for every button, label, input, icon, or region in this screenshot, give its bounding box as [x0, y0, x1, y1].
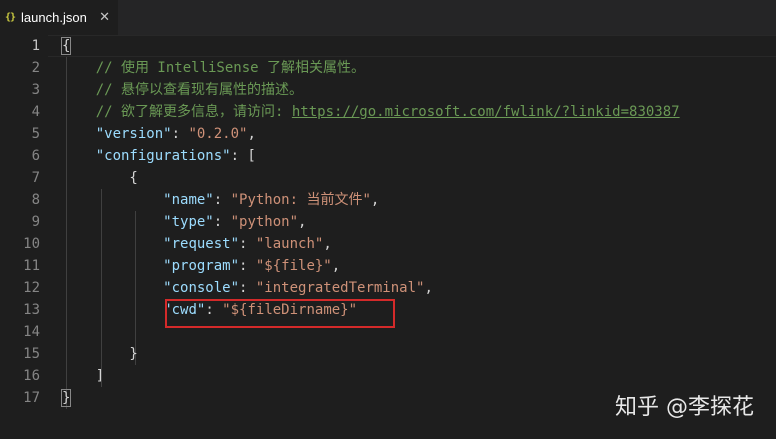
code-token: :	[213, 192, 231, 208]
comment-token: // 使用 IntelliSense 了解相关属性。	[95, 60, 366, 76]
line-number: 3	[31, 82, 40, 98]
code-token: {	[62, 170, 138, 186]
code-token: :	[239, 236, 256, 252]
comment-token: // 悬停以查看现有属性的描述。	[95, 82, 304, 98]
code-token: :	[213, 214, 231, 230]
code-token: ,	[370, 192, 380, 208]
code-token: ]	[62, 368, 105, 384]
json-string-value: "launch"	[255, 236, 324, 252]
tab-label: launch.json	[21, 10, 87, 25]
code-line[interactable]: "type": "python",	[62, 211, 762, 233]
line-number: 7	[31, 170, 40, 186]
code-content[interactable]: { // 使用 IntelliSense 了解相关属性。 // 悬停以查看现有属…	[60, 35, 762, 409]
line-number: 13	[23, 302, 40, 318]
editor-tab-bar: {} launch.json ✕	[0, 0, 776, 35]
json-string-value: "python"	[230, 214, 299, 230]
cwd-highlight-box	[165, 299, 395, 328]
line-number: 11	[23, 258, 40, 274]
watermark: 知乎 @李探花	[615, 395, 754, 420]
code-token: }	[62, 346, 138, 362]
code-line[interactable]: }	[62, 343, 762, 365]
line-number: 2	[31, 60, 40, 76]
line-number: 6	[31, 148, 40, 164]
line-number: 16	[23, 368, 40, 384]
code-line[interactable]: "request": "launch",	[62, 233, 762, 255]
code-token: ,	[247, 126, 256, 142]
code-token: :	[171, 126, 189, 142]
code-editor[interactable]: 1 2 3 4 5 6 7 8 9 10 11 12 13 14 15 16 17 { // 使用 Intell…	[0, 35, 776, 439]
json-string-value: "0.2.0"	[188, 126, 248, 142]
line-number: 1	[31, 38, 40, 54]
json-string-value: "${file}"	[255, 258, 332, 274]
code-line[interactable]: ]	[62, 365, 762, 387]
code-line[interactable]: "name": "Python: 当前文件",	[62, 189, 762, 211]
json-braces-icon: {}	[5, 12, 16, 23]
code-line[interactable]: "program": "${file}",	[62, 255, 762, 277]
line-number: 14	[23, 324, 40, 340]
json-key: "program"	[163, 258, 240, 274]
code-token: ,	[424, 280, 433, 296]
link[interactable]: https://go.microsoft.com/fwlink/?linkid=…	[292, 104, 680, 120]
code-line[interactable]: {	[60, 35, 762, 57]
json-key: "type"	[163, 214, 214, 230]
json-string-value: "integratedTerminal"	[255, 280, 425, 296]
bracket-match: {	[60, 37, 72, 55]
code-token: ,	[331, 258, 341, 274]
code-line[interactable]: "version": "0.2.0",	[62, 123, 762, 145]
line-number: 15	[23, 346, 40, 362]
line-number: 10	[23, 236, 40, 252]
json-key: "configurations"	[95, 148, 231, 164]
line-number: 9	[31, 214, 40, 230]
tab-launch-json[interactable]: {} launch.json ✕	[0, 0, 118, 35]
line-number-gutter: 1 2 3 4 5 6 7 8 9 10 11 12 13 14 15 16 17	[0, 35, 40, 409]
code-line[interactable]: // 欲了解更多信息，请访问: https://go.microsoft.com…	[62, 101, 762, 123]
close-icon[interactable]: ✕	[99, 10, 110, 24]
code-line[interactable]: "configurations": [	[62, 145, 762, 167]
code-line[interactable]: // 使用 IntelliSense 了解相关属性。	[62, 57, 762, 79]
line-number: 5	[31, 126, 40, 142]
code-token: ,	[298, 214, 307, 230]
json-string-value: "Python: 当前文件"	[230, 192, 371, 208]
code-token: : [	[230, 148, 256, 164]
bracket-match: }	[60, 389, 72, 407]
code-token: :	[239, 280, 256, 296]
line-number: 12	[23, 280, 40, 296]
code-token: ,	[323, 236, 332, 252]
code-token: :	[239, 258, 256, 274]
line-number: 4	[31, 104, 40, 120]
code-line[interactable]: // 悬停以查看现有属性的描述。	[62, 79, 762, 101]
json-key: "version"	[95, 126, 172, 142]
comment-token: // 欲了解更多信息，请访问:	[95, 104, 292, 120]
code-line[interactable]: {	[62, 167, 762, 189]
json-key: "name"	[163, 192, 214, 208]
line-number: 17	[23, 390, 40, 406]
json-key: "request"	[163, 236, 240, 252]
line-number: 8	[31, 192, 40, 208]
code-line[interactable]: "console": "integratedTerminal",	[62, 277, 762, 299]
json-key: "console"	[163, 280, 240, 296]
